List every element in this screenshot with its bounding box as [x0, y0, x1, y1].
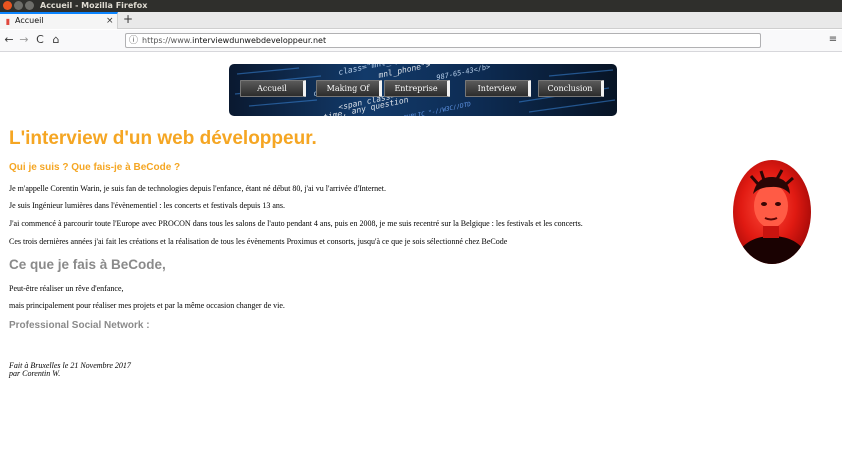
- window-minimize-button[interactable]: [14, 1, 23, 10]
- url-bar[interactable]: ⓘ https://www.interviewdunwebdeveloppeur…: [125, 33, 761, 48]
- portrait-illustration: [738, 169, 806, 264]
- tab-close-icon[interactable]: ×: [106, 15, 114, 27]
- nav-link-making-of[interactable]: Making Of: [316, 80, 382, 97]
- window-maximize-button[interactable]: [25, 1, 34, 10]
- url-host: interviewdunwebdeveloppeur.net: [192, 36, 327, 45]
- tab-strip: ▮ Accueil × +: [0, 12, 842, 29]
- nav-link-interview[interactable]: Interview: [465, 80, 531, 97]
- paragraph: Ces trois dernières années j'ai fait les…: [9, 237, 508, 246]
- favicon-icon: ▮: [5, 17, 11, 26]
- reload-icon[interactable]: C: [33, 33, 47, 47]
- new-tab-button[interactable]: +: [122, 13, 134, 26]
- window-title: Accueil - Mozilla Firefox: [40, 1, 148, 10]
- paragraph: mais principalement pour réaliser mes pr…: [9, 301, 285, 310]
- paragraph: Je suis Ingénieur lumières dans l'évènem…: [9, 201, 286, 210]
- hamburger-menu-icon[interactable]: ≡: [827, 33, 839, 47]
- back-arrow-icon[interactable]: ←: [2, 33, 16, 47]
- nav-link-conclusion[interactable]: Conclusion: [538, 80, 604, 97]
- page-title: L'interview d'un web développeur.: [9, 128, 317, 149]
- nav-link-entreprise[interactable]: Entreprise: [384, 80, 450, 97]
- window-close-button[interactable]: [3, 1, 12, 10]
- profile-photo: [733, 160, 811, 264]
- forward-arrow-icon[interactable]: →: [17, 33, 31, 47]
- header-banner: class="mnl_sp" mnl_phone"> 987-65-43</b>…: [229, 64, 617, 116]
- home-icon[interactable]: ⌂: [49, 33, 63, 47]
- paragraph: Peut-être réaliser un rêve d'enfance,: [9, 284, 124, 293]
- section-heading-about: Qui je suis ? Que fais-je à BeCode ?: [9, 162, 181, 173]
- code-line: PUBLIC "-//W3C//DTD: [403, 101, 472, 116]
- url-text[interactable]: https://www.interviewdunwebdeveloppeur.n…: [142, 34, 326, 47]
- browser-tab[interactable]: ▮ Accueil ×: [0, 12, 118, 29]
- window-titlebar: Accueil - Mozilla Firefox: [0, 0, 842, 12]
- paragraph: Je m'appelle Corentin Warin, je suis fan…: [9, 184, 386, 193]
- social-network-heading: Professional Social Network :: [9, 320, 150, 331]
- url-scheme: https://www.: [142, 36, 193, 45]
- paragraph: J'ai commencé à parcourir toute l'Europe…: [9, 219, 583, 228]
- section-heading-becode: Ce que je fais à BeCode,: [9, 257, 166, 272]
- nav-link-accueil[interactable]: Accueil: [240, 80, 306, 97]
- tab-label: Accueil: [15, 16, 44, 25]
- info-icon[interactable]: ⓘ: [129, 35, 138, 47]
- navigation-toolbar: ← → C ⌂ ⓘ https://www.interviewdunwebdev…: [0, 30, 842, 52]
- footer-author: par Corentin W.: [9, 369, 61, 378]
